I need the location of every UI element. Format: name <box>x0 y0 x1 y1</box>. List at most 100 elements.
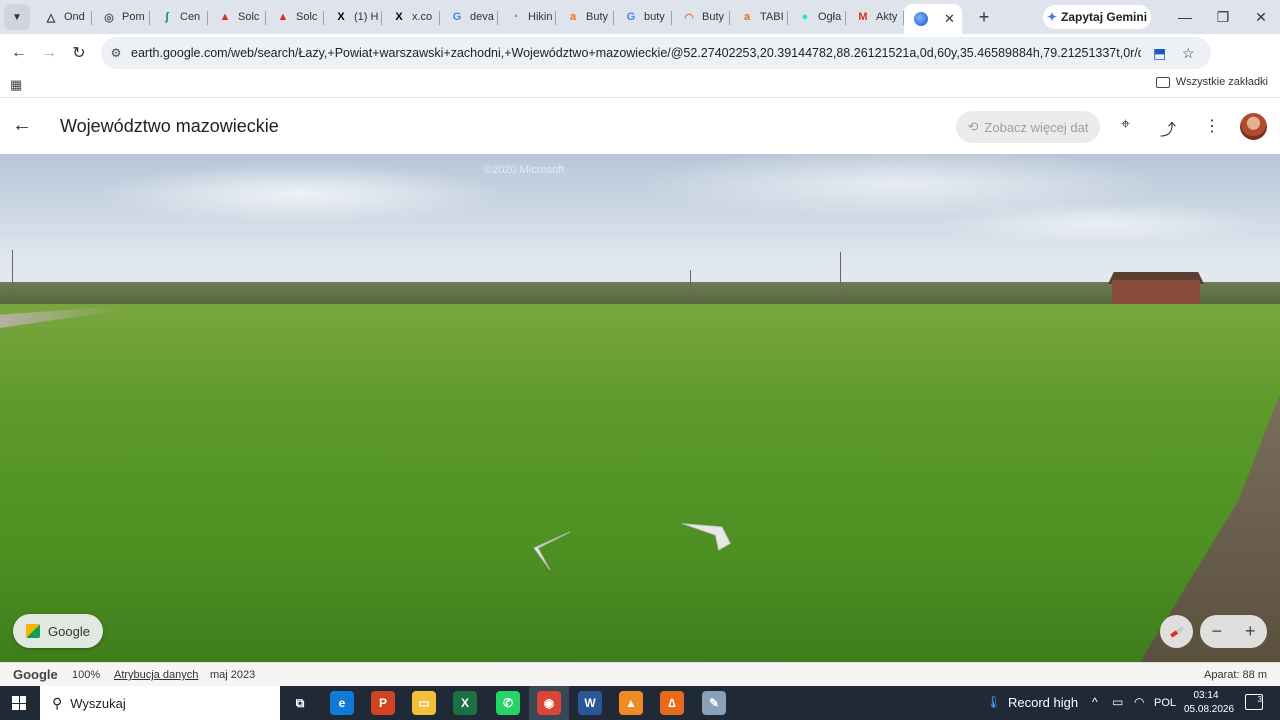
weather-icon[interactable]: 🌡 <box>986 695 1001 709</box>
power-pylon <box>690 270 691 296</box>
tab-4[interactable]: ▲ Solc <box>266 3 324 31</box>
tab-label: Solc <box>296 11 318 23</box>
chrome-icon[interactable]: ◉ <box>537 691 561 715</box>
tab-12[interactable]: a TABI <box>730 3 788 31</box>
language-indicator[interactable]: POL <box>1154 697 1176 709</box>
address-bar[interactable]: ⚙ earth.google.com/web/search/Łazy,+Powi… <box>101 37 1211 69</box>
all-bookmarks-label: Wszystkie zakładki <box>1175 76 1268 88</box>
triangle-icon: △ <box>46 11 56 24</box>
search-icon: ⚲ <box>52 694 63 711</box>
tab-label: x.co <box>412 11 433 23</box>
tab-9[interactable]: a Buty <box>556 3 614 31</box>
site-info-icon[interactable]: ⚙ <box>101 46 131 60</box>
forward-button[interactable]: → <box>34 38 64 68</box>
edge-icon[interactable]: e <box>330 691 354 715</box>
close-window-button[interactable]: ✕ <box>1242 0 1280 34</box>
bookmarks-bar: ▦ Wszystkie zakładki <box>0 72 1280 98</box>
tray-chevron-icon[interactable]: ^ <box>1092 695 1098 709</box>
olx-icon: ● <box>801 11 809 23</box>
tab-0[interactable]: △ Ond <box>34 3 92 31</box>
folder-icon <box>1155 76 1170 88</box>
tab-2[interactable]: ʃ Cen <box>150 3 208 31</box>
x-icon: X <box>395 11 403 23</box>
tab-label: Buty <box>586 11 609 23</box>
tab-1[interactable]: ◎ Pom <box>92 3 150 31</box>
tab-13[interactable]: ● Ogła <box>788 3 846 31</box>
battery-icon[interactable]: ▭ <box>1112 695 1123 709</box>
pegman-google-button[interactable]: Google <box>13 614 103 648</box>
chevron-down-icon: ▼ <box>12 11 22 23</box>
notification-count: 3 <box>1257 695 1262 704</box>
tab-label: buty <box>644 11 665 23</box>
power-pylon <box>840 252 841 298</box>
tab-search-button[interactable]: ▼ <box>4 4 30 30</box>
vlc-icon[interactable]: ▲ <box>619 691 643 715</box>
earth-status-bar: Google 100% Atrybucja danych maj 2023 Ap… <box>0 662 1280 686</box>
file-explorer-icon[interactable]: ▭ <box>412 691 436 715</box>
close-tab-button[interactable]: ✕ <box>944 11 955 27</box>
imagery-watermark: ©2020 Microsoft <box>484 164 565 176</box>
tab-7[interactable]: Gdeva <box>440 3 498 31</box>
taskbar-search[interactable]: ⚲ Wyszukaj <box>40 686 280 720</box>
compass-needle-icon <box>1169 625 1184 638</box>
app-orange-icon[interactable]: ∆ <box>660 691 684 715</box>
install-app-icon[interactable]: ⬒ <box>1153 45 1166 62</box>
tab-11[interactable]: ◠ Buty <box>672 3 730 31</box>
tool-icon[interactable]: ✎ <box>702 691 726 715</box>
more-dates-button[interactable]: ⟲ Zobacz więcej dat <box>956 111 1100 143</box>
page-title: Województwo mazowieckie <box>60 116 279 136</box>
excel-icon[interactable]: X <box>453 691 477 715</box>
tab-label: deva <box>470 11 494 23</box>
powerpoint-icon[interactable]: P <box>371 691 395 715</box>
hiking-icon: ◔ <box>511 11 519 23</box>
clock-date: 05.08.2026 <box>1184 704 1235 715</box>
weather-text[interactable]: Record high <box>1008 695 1078 710</box>
reload-button[interactable]: ↻ <box>64 38 94 68</box>
red-triangle-icon: ▲ <box>219 11 231 23</box>
x-icon: X <box>337 11 345 23</box>
tab-google-earth[interactable]: ✕ <box>904 4 962 34</box>
notifications-icon[interactable]: 3 <box>1245 694 1263 710</box>
tab-3[interactable]: ▲ Solc <box>208 3 266 31</box>
tab-5[interactable]: X (1) H <box>324 3 382 31</box>
clock-time: 03:14 <box>1193 690 1219 701</box>
share-icon[interactable]: ⤴ <box>1160 116 1176 140</box>
maximize-button[interactable]: ❐ <box>1204 0 1242 34</box>
whatsapp-icon[interactable]: ✆ <box>496 691 520 715</box>
navigate-left-arrow[interactable] <box>520 530 570 570</box>
tab-label: Pom <box>122 11 145 23</box>
more-options-icon[interactable]: ⋮ <box>1204 116 1220 136</box>
gemini-star-icon: ✦ <box>1046 10 1058 24</box>
tab-6[interactable]: Xx.co <box>382 3 440 31</box>
screenshot-icon[interactable]: ⌖ <box>1121 116 1130 134</box>
gmail-icon: M <box>858 11 868 23</box>
bookmark-star-icon[interactable]: ☆ <box>1182 45 1195 62</box>
tab-14[interactable]: M Akty <box>846 3 904 31</box>
system-clock[interactable]: 03:14 05.08.2026 <box>1184 689 1235 717</box>
apps-grid-icon[interactable]: ▦ <box>10 77 22 93</box>
start-button[interactable] <box>12 696 26 710</box>
tab-8[interactable]: ◔ Hikin <box>498 3 556 31</box>
word-icon[interactable]: W <box>578 691 602 715</box>
minimize-button[interactable]: — <box>1166 0 1204 34</box>
new-tab-button[interactable]: + <box>970 7 998 28</box>
user-avatar[interactable] <box>1240 113 1267 140</box>
back-button[interactable]: ← <box>4 38 34 68</box>
compass-button[interactable] <box>1160 615 1193 648</box>
street-view-panorama[interactable]: ©2020 Microsoft <box>0 154 1280 662</box>
task-view-icon[interactable]: ⧉ <box>288 691 312 715</box>
pegman-icon <box>26 624 41 638</box>
zoom-in-button[interactable]: + <box>1245 621 1256 642</box>
tab-10[interactable]: Gbuty <box>614 3 672 31</box>
gemini-button[interactable]: ✦ Zapytaj Gemini <box>1043 5 1151 29</box>
data-attribution-link[interactable]: Atrybucja danych <box>114 669 198 681</box>
back-arrow-icon[interactable]: ← <box>12 114 32 137</box>
google-icon: G <box>626 11 636 23</box>
navigate-right-arrow[interactable] <box>682 516 732 556</box>
all-bookmarks-button[interactable]: Wszystkie zakładki <box>1155 76 1268 88</box>
url-text[interactable]: earth.google.com/web/search/Łazy,+Powiat… <box>131 46 1141 60</box>
google-icon: G <box>452 11 462 23</box>
zoom-out-button[interactable]: − <box>1211 621 1222 642</box>
wifi-icon[interactable]: ◠ <box>1134 695 1144 709</box>
tab-label: Akty <box>876 11 898 23</box>
